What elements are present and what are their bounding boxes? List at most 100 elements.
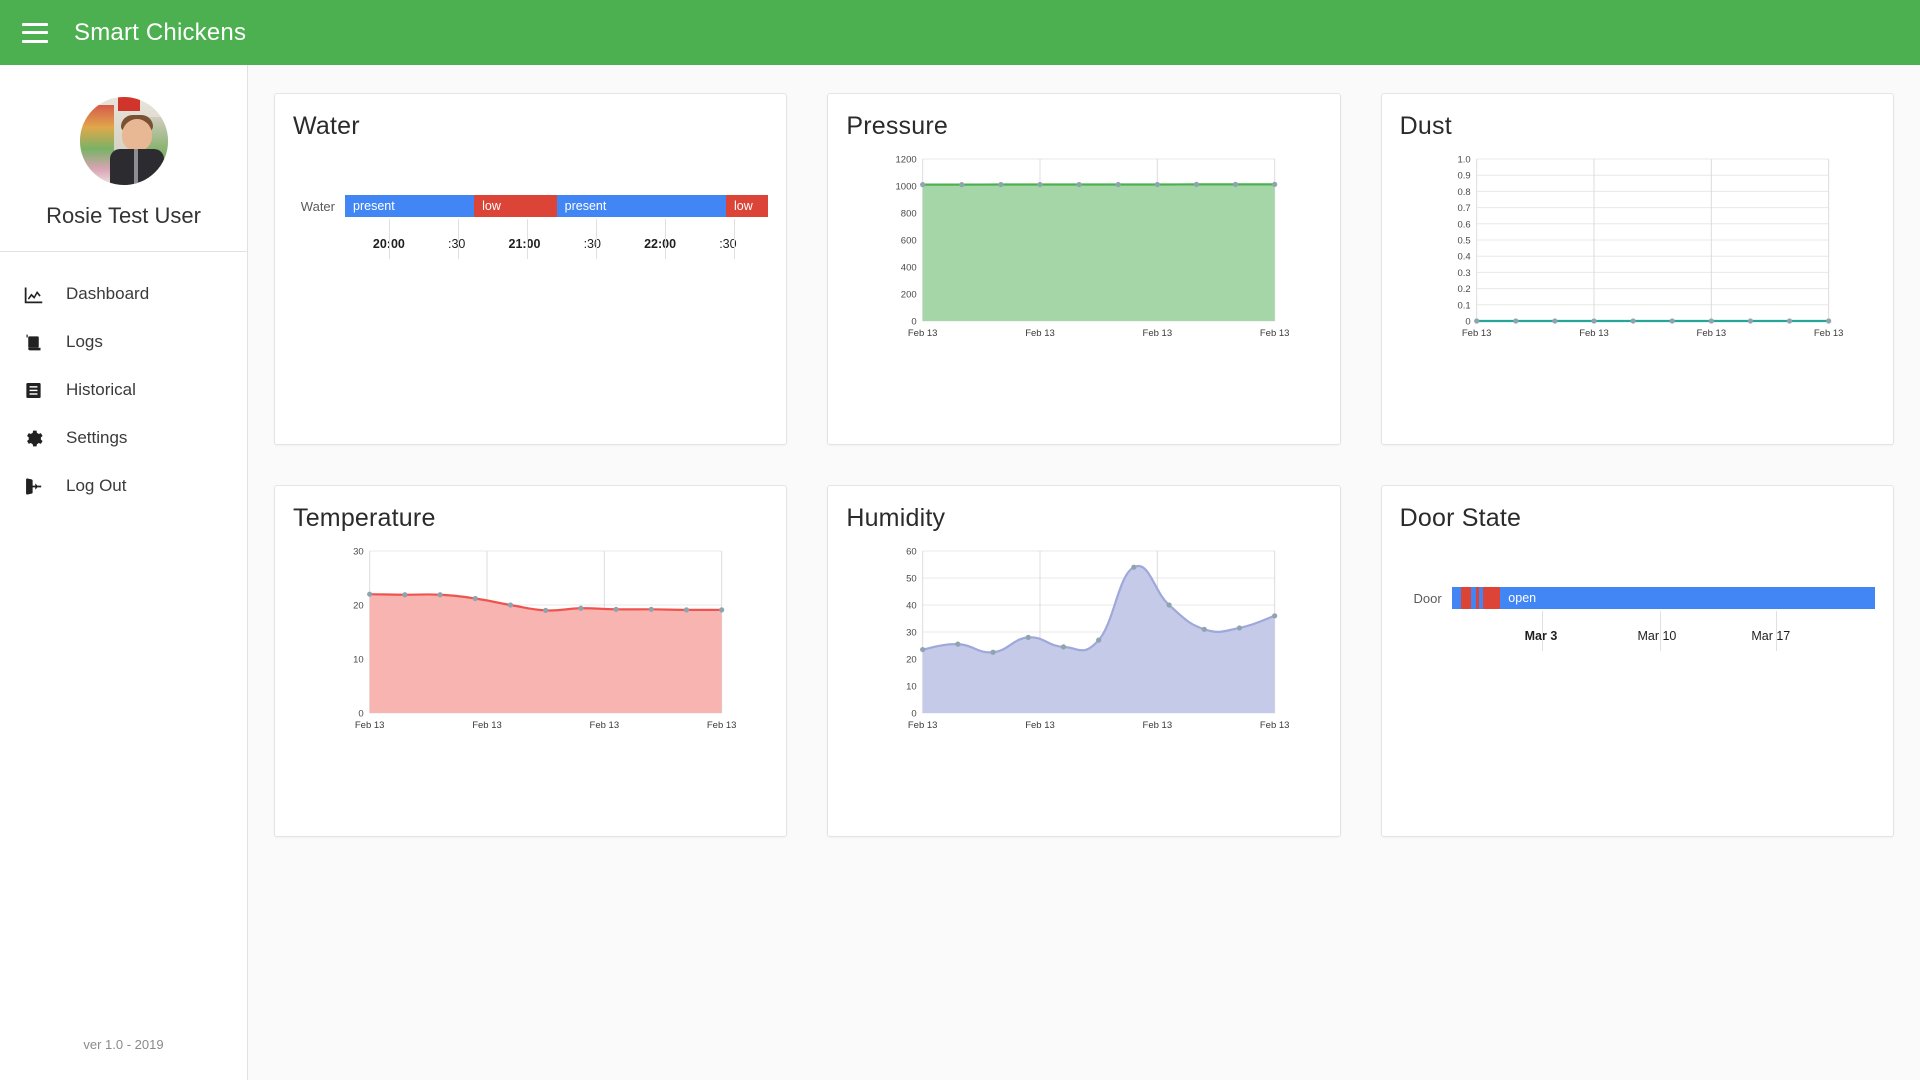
sidebar-item-historical[interactable]: Historical — [0, 366, 247, 414]
sidebar-item-settings[interactable]: Settings — [0, 414, 247, 462]
temperature-area-chart: 0 10 20 30 Feb 13 Feb 13 Feb 13 Feb 13 — [293, 539, 768, 739]
y-axis-tick-label: 600 — [901, 236, 917, 247]
y-axis-tick-label: 20 — [906, 655, 917, 666]
sidebar-item-logs[interactable]: Logs — [0, 318, 247, 366]
sign-out-icon — [18, 474, 48, 498]
x-axis-tick-label: Feb 13 — [1814, 328, 1844, 339]
data-point — [1166, 602, 1172, 608]
data-point — [1037, 181, 1043, 188]
x-axis-tick-label: Feb 13 — [1260, 720, 1290, 731]
y-axis-tick-label: 0.2 — [1457, 284, 1470, 295]
card-dust: Dust 0 0.1 0.2 0.3 0.4 0.5 0.6 0.7 0.8 0.9 1.0 Feb … — [1380, 93, 1894, 445]
y-axis-tick-label: 0 — [912, 317, 917, 328]
card-door-state: Door State Door open Mar 3 Mar 10 Mar 17 — [1380, 485, 1894, 837]
x-axis-tick-label: Feb 13 — [1143, 720, 1173, 731]
sidebar-item-log-out[interactable]: Log Out — [0, 462, 247, 510]
hamburger-menu-icon[interactable] — [22, 22, 48, 43]
card-pressure: Pressure 0 200 400 600 800 1000 1200 Feb 13 Feb … — [827, 93, 1341, 445]
data-point — [683, 607, 690, 613]
y-axis-tick-label: 50 — [906, 574, 917, 585]
timeline-segment[interactable] — [1483, 587, 1501, 609]
sidebar: Rosie Test User Dashboard Logs Historica… — [0, 65, 248, 1080]
chart-svg: 0 10 20 30 Feb 13 Feb 13 Feb 13 Feb 13 — [353, 547, 737, 732]
y-axis-tick-label: 0.1 — [1457, 300, 1470, 311]
x-axis-tick-label: Feb 13 — [1026, 328, 1056, 339]
data-point — [1786, 318, 1792, 324]
door-timeline-chart: Door open Mar 3 Mar 10 Mar 17 — [1400, 587, 1875, 737]
card-title: Dust — [1399, 112, 1452, 140]
timeline-tick-label: :30 — [447, 237, 466, 251]
x-axis-tick-label: Feb 13 — [1260, 328, 1290, 339]
timeline-row-label: Door — [1413, 590, 1442, 606]
timeline-tick-label: 22:00 — [644, 237, 677, 251]
timeline-gridlines — [355, 219, 768, 259]
timeline-row: Water present low present low — [293, 195, 769, 217]
data-point — [1025, 634, 1032, 640]
gear-icon — [18, 426, 48, 450]
data-point — [990, 649, 996, 655]
timeline-segment[interactable]: low — [474, 195, 557, 217]
timeline-segment[interactable] — [1460, 587, 1471, 609]
timeline-segment-label: present — [353, 199, 395, 213]
data-point — [1076, 181, 1083, 188]
x-axis-tick-label: Feb 13 — [908, 720, 938, 731]
clipboard-list-icon — [18, 330, 48, 354]
timeline-segment[interactable]: low — [725, 195, 769, 217]
data-point — [1473, 318, 1479, 324]
y-axis-tick-label: 20 — [353, 601, 364, 612]
timeline-segment-label: low — [733, 199, 753, 213]
cards-grid: Water Water present low present low 20:00:30 2… — [274, 93, 1894, 837]
sidebar-item-label: Logs — [66, 332, 103, 351]
chart-line-icon — [18, 282, 48, 306]
timeline-tick-label: Mar 3 — [1524, 629, 1558, 643]
data-point — [578, 605, 584, 611]
y-axis-tick-label: 0 — [358, 709, 363, 720]
water-timeline-chart: Water present low present low 20:00:30 21:00:3… — [293, 195, 769, 345]
dust-line-chart: 0 0.1 0.2 0.3 0.4 0.5 0.6 0.7 0.8 0.9 1.0 Feb 13 Feb… — [1400, 147, 1875, 347]
data-point — [719, 607, 725, 613]
chart-svg: 0 10 20 30 40 50 60 Feb 13 Feb 13 Feb 13 Feb 13 — [906, 547, 1290, 732]
x-axis-tick-label: Feb 13 — [1696, 328, 1726, 339]
timeline-segment-label: low — [482, 199, 501, 213]
data-point — [1630, 318, 1636, 324]
timeline-tick-label: :30 — [583, 237, 601, 251]
app-header: Smart Chickens — [0, 0, 1920, 65]
card-title: Temperature — [293, 504, 436, 532]
pressure-area-chart: 0 200 400 600 800 1000 1200 Feb 13 Feb 13 Feb 13 F… — [846, 147, 1321, 347]
x-axis-tick-label: Feb 13 — [590, 720, 620, 731]
timeline-segment[interactable]: open — [1500, 587, 1875, 609]
x-axis-tick-label: Feb 13 — [908, 328, 938, 339]
data-point — [1061, 644, 1067, 650]
timeline-row: Door open — [1400, 587, 1875, 609]
x-axis-tick-label: Feb 13 — [707, 720, 737, 731]
timeline-tick-label: Mar 17 — [1751, 629, 1791, 643]
y-axis-tick-label: 0.3 — [1457, 268, 1470, 279]
data-point — [1194, 181, 1200, 187]
y-axis-tick-label: 1000 — [896, 182, 917, 193]
card-water: Water Water present low present low 20:00:30 2… — [274, 93, 788, 445]
avatar — [79, 97, 168, 185]
humidity-area-chart: 0 10 20 30 40 50 60 Feb 13 Feb 13 Feb 13 Feb 13 — [846, 539, 1321, 739]
data-point — [402, 592, 408, 598]
y-axis-tick-label: 0.8 — [1457, 187, 1470, 198]
x-axis-tick-label: Feb 13 — [472, 720, 502, 731]
timeline-track: open — [1451, 587, 1875, 609]
sidebar-item-dashboard[interactable]: Dashboard — [0, 270, 247, 318]
timeline-segment[interactable]: present — [345, 195, 475, 217]
card-title: Humidity — [846, 504, 946, 532]
data-point — [1115, 181, 1122, 188]
data-point — [920, 182, 926, 188]
x-axis-tick-label: Feb 13 — [1026, 720, 1056, 731]
y-axis-tick-label: 0 — [912, 709, 917, 720]
data-point — [1131, 564, 1137, 570]
area-fill — [922, 184, 1275, 321]
timeline-segment[interactable]: present — [556, 195, 726, 217]
dashboard-app: Smart Chickens Rosie Test User Dashboard… — [0, 0, 1920, 1080]
y-axis-tick-label: 0.9 — [1457, 171, 1470, 182]
card-humidity: Humidity 0 10 20 30 40 50 60 Feb 13 Feb 13 Feb 13… — [827, 485, 1341, 837]
x-axis-tick-label: Feb 13 — [1579, 328, 1609, 339]
timeline-segment[interactable] — [1451, 587, 1461, 609]
data-point — [648, 606, 654, 612]
book-icon — [18, 378, 48, 402]
card-title: Water — [293, 112, 360, 140]
